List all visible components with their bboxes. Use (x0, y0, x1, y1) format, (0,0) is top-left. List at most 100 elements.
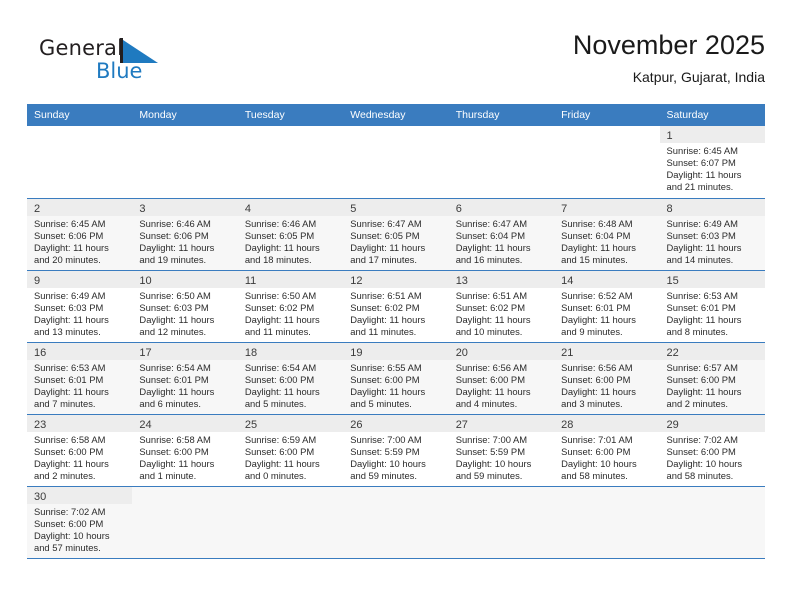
calendar-day-cell[interactable]: 6 Sunrise: 6:47 AM Sunset: 6:04 PM Daylight… (448, 198, 555, 271)
day-sun-info-line: Sunset: 6:05 PM (350, 229, 420, 241)
calendar-day-cell[interactable] (448, 486, 555, 559)
calendar-day-cell[interactable]: 20 Sunrise: 6:56 AM Sunset: 6:00 PM Dayligh… (448, 342, 555, 415)
calendar-day-cell[interactable]: 8 Sunrise: 6:49 AM Sunset: 6:03 PM Daylight… (659, 198, 765, 271)
day-cell-content (238, 126, 343, 198)
day-sun-info-line: Sunrise: 6:45 AM (666, 145, 738, 156)
calendar-day-cell[interactable]: 21 Sunrise: 6:56 AM Sunset: 6:00 PM Dayligh… (554, 342, 660, 415)
day-number: 22 (659, 342, 765, 360)
day-sun-info-line: Daylight: 10 hours (350, 457, 426, 469)
calendar-day-cell[interactable]: 22 Sunrise: 6:57 AM Sunset: 6:00 PM Dayligh… (659, 342, 765, 415)
calendar-day-cell[interactable]: 7 Sunrise: 6:48 AM Sunset: 6:04 PM Daylight… (554, 198, 660, 271)
day-sun-info-line: Sunset: 6:06 PM (34, 229, 104, 241)
general-blue-logo[interactable]: General Blue (39, 36, 219, 94)
day-sun-info: Sunrise: 6:50 AM Sunset: 6:03 PM Daylight:… (132, 288, 237, 338)
calendar-day-cell[interactable] (659, 486, 765, 559)
day-cell-content: 16 Sunrise: 6:53 AM Sunset: 6:01 PM Dayligh… (27, 342, 133, 414)
weekday-header-wednesday: Wednesday (343, 104, 449, 126)
calendar-day-cell[interactable]: 9 Sunrise: 6:49 AM Sunset: 6:03 PM Daylight… (27, 270, 133, 343)
calendar-day-cell[interactable]: 3 Sunrise: 6:46 AM Sunset: 6:06 PM Daylight… (132, 198, 238, 271)
calendar-day-cell[interactable]: 12 Sunrise: 6:51 AM Sunset: 6:02 PM Dayligh… (343, 270, 449, 343)
calendar-day-cell[interactable]: 23 Sunrise: 6:58 AM Sunset: 6:00 PM Dayligh… (27, 414, 133, 487)
day-cell-content: 28 Sunrise: 7:01 AM Sunset: 6:00 PM Dayligh… (554, 414, 660, 486)
day-sun-info-line: and 58 minutes. (666, 469, 734, 481)
day-sun-info-line: Sunrise: 6:58 AM (34, 433, 106, 445)
day-sun-info-line: Sunset: 6:01 PM (666, 301, 736, 313)
day-number: 29 (659, 414, 765, 432)
calendar-week-row: 9 Sunrise: 6:49 AM Sunset: 6:03 PM Daylight… (27, 270, 765, 343)
day-number: 2 (27, 198, 133, 216)
day-cell-content: 27 Sunrise: 7:00 AM Sunset: 5:59 PM Dayligh… (448, 414, 555, 486)
day-sun-info-line: Sunrise: 6:49 AM (34, 289, 106, 301)
day-cell-content (660, 487, 765, 558)
calendar-day-cell[interactable]: 18 Sunrise: 6:54 AM Sunset: 6:00 PM Dayligh… (237, 342, 344, 415)
day-sun-info-line: and 20 minutes. (34, 253, 101, 265)
calendar-day-cell[interactable]: 17 Sunrise: 6:54 AM Sunset: 6:01 PM Dayligh… (132, 342, 238, 415)
day-sun-info-line: Sunset: 6:00 PM (244, 445, 315, 457)
day-sun-info-line: Daylight: 11 hours (350, 385, 426, 397)
calendar-day-cell[interactable] (132, 486, 238, 559)
calendar-day-cell[interactable]: 30 Sunrise: 7:02 AM Sunset: 6:00 PM Dayligh… (27, 486, 133, 559)
calendar-day-cell[interactable] (237, 126, 344, 199)
calendar-day-cell[interactable] (343, 126, 449, 199)
day-number (27, 126, 132, 143)
day-sun-info-line: Daylight: 11 hours (350, 313, 426, 325)
day-sun-info: Sunrise: 6:58 AM Sunset: 6:00 PM Daylight:… (132, 432, 237, 482)
day-number: 28 (554, 414, 660, 432)
calendar-day-cell[interactable]: 27 Sunrise: 7:00 AM Sunset: 5:59 PM Dayligh… (448, 414, 555, 487)
calendar-day-cell[interactable] (554, 486, 660, 559)
day-sun-info-line: and 57 minutes. (34, 541, 101, 553)
day-sun-info: Sunrise: 6:53 AM Sunset: 6:01 PM Daylight:… (660, 288, 765, 338)
day-number: 7 (554, 198, 660, 216)
day-number: 25 (237, 414, 344, 432)
calendar-day-cell[interactable] (132, 126, 238, 199)
day-sun-info-line: Daylight: 11 hours (244, 313, 320, 325)
calendar-day-cell[interactable] (343, 486, 449, 559)
day-number: 16 (27, 342, 133, 360)
calendar-day-cell[interactable] (448, 126, 555, 199)
day-sun-info: Sunrise: 7:01 AM Sunset: 6:00 PM Daylight:… (554, 432, 659, 482)
day-sun-info-line: and 21 minutes. (666, 181, 734, 193)
day-sun-info: Sunrise: 6:51 AM Sunset: 6:02 PM Daylight:… (449, 288, 554, 338)
calendar-day-cell[interactable]: 16 Sunrise: 6:53 AM Sunset: 6:01 PM Dayligh… (27, 342, 133, 415)
day-sun-info-line: Daylight: 11 hours (350, 241, 426, 253)
calendar-day-cell[interactable]: 25 Sunrise: 6:59 AM Sunset: 6:00 PM Dayligh… (237, 414, 344, 487)
calendar-day-cell[interactable]: 29 Sunrise: 7:02 AM Sunset: 6:00 PM Dayligh… (659, 414, 765, 487)
calendar-day-cell[interactable]: 24 Sunrise: 6:58 AM Sunset: 6:00 PM Dayligh… (132, 414, 238, 487)
calendar-day-cell[interactable]: 11 Sunrise: 6:50 AM Sunset: 6:02 PM Dayligh… (237, 270, 344, 343)
calendar-day-cell[interactable]: 10 Sunrise: 6:50 AM Sunset: 6:03 PM Dayligh… (132, 270, 238, 343)
calendar-day-cell[interactable]: 13 Sunrise: 6:51 AM Sunset: 6:02 PM Dayligh… (448, 270, 555, 343)
calendar-day-cell[interactable]: 19 Sunrise: 6:55 AM Sunset: 6:00 PM Dayligh… (343, 342, 449, 415)
day-number: 19 (343, 342, 449, 360)
calendar-day-cell[interactable]: 28 Sunrise: 7:01 AM Sunset: 6:00 PM Dayligh… (554, 414, 660, 487)
calendar-day-cell[interactable]: 1 Sunrise: 6:45 AM Sunset: 6:07 PM Daylight… (659, 126, 765, 199)
calendar-day-cell[interactable]: 5 Sunrise: 6:47 AM Sunset: 6:05 PM Daylight… (343, 198, 449, 271)
day-cell-content: 8 Sunrise: 6:49 AM Sunset: 6:03 PM Daylight… (659, 198, 765, 270)
day-sun-info-line: and 15 minutes. (561, 253, 628, 265)
day-sun-info-line: Sunrise: 6:48 AM (561, 217, 633, 229)
calendar-day-cell[interactable]: 26 Sunrise: 7:00 AM Sunset: 5:59 PM Dayligh… (343, 414, 449, 487)
day-cell-content: 5 Sunrise: 6:47 AM Sunset: 6:05 PM Daylight… (343, 198, 449, 270)
day-number: 20 (448, 342, 555, 360)
calendar-day-cell[interactable]: 4 Sunrise: 6:46 AM Sunset: 6:05 PM Daylight… (237, 198, 344, 271)
day-sun-info-line: Sunset: 6:04 PM (561, 229, 631, 241)
day-sun-info-line: Daylight: 11 hours (244, 457, 320, 469)
calendar-day-cell[interactable]: 14 Sunrise: 6:52 AM Sunset: 6:01 PM Dayligh… (554, 270, 660, 343)
calendar-day-cell[interactable] (27, 126, 133, 199)
day-sun-info-line: Sunrise: 6:47 AM (455, 217, 528, 229)
day-sun-info-line: and 4 minutes. (455, 397, 518, 409)
day-number: 15 (659, 270, 765, 288)
calendar-day-cell[interactable]: 15 Sunrise: 6:53 AM Sunset: 6:01 PM Dayligh… (659, 270, 765, 343)
day-sun-info: Sunrise: 6:53 AM Sunset: 6:01 PM Daylight:… (27, 360, 132, 410)
day-sun-info: Sunrise: 6:47 AM Sunset: 6:04 PM Daylight:… (449, 216, 554, 266)
page-title: November 2025 (572, 30, 765, 60)
day-cell-content: 20 Sunrise: 6:56 AM Sunset: 6:00 PM Dayligh… (448, 342, 555, 414)
day-sun-info-line: and 13 minutes. (34, 325, 101, 337)
calendar-day-cell[interactable] (554, 126, 660, 199)
calendar-day-cell[interactable]: 2 Sunrise: 6:45 AM Sunset: 6:06 PM Daylight… (27, 198, 133, 271)
day-cell-content: 6 Sunrise: 6:47 AM Sunset: 6:04 PM Daylight… (448, 198, 555, 270)
day-sun-info-line: Daylight: 10 hours (666, 457, 743, 469)
day-number (238, 126, 343, 143)
day-number (343, 487, 448, 504)
calendar-day-cell[interactable] (237, 486, 344, 559)
day-sun-info-line: Sunset: 6:00 PM (666, 445, 736, 457)
